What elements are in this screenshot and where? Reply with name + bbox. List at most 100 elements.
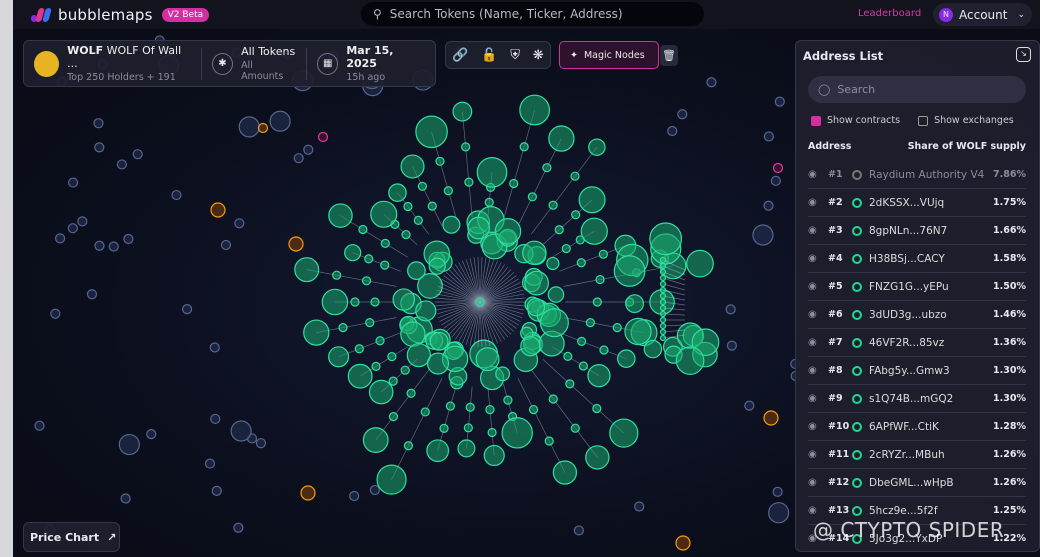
- bubble-node[interactable]: [350, 297, 360, 307]
- bubble-node[interactable]: [592, 403, 602, 414]
- bubble-node[interactable]: [116, 159, 128, 170]
- bubble-node[interactable]: [392, 288, 416, 311]
- bubble-node[interactable]: [613, 255, 646, 287]
- bubble-node[interactable]: [465, 402, 475, 412]
- eye-icon[interactable]: ◉: [808, 449, 828, 460]
- bubble-node[interactable]: [659, 328, 667, 336]
- bubble-node[interactable]: [659, 316, 667, 324]
- trash-icon[interactable]: 🗑: [660, 45, 678, 66]
- bubble-node[interactable]: [400, 154, 425, 179]
- bubble-node[interactable]: [509, 178, 519, 189]
- bubble-node[interactable]: [210, 202, 226, 218]
- bubble-node[interactable]: [317, 131, 329, 143]
- bubble-node[interactable]: [67, 223, 78, 234]
- bubble-node[interactable]: [376, 464, 407, 495]
- bubble-node[interactable]: [570, 423, 580, 433]
- eye-icon[interactable]: ◉: [808, 365, 828, 376]
- bubble-node[interactable]: [725, 304, 736, 315]
- bubble-node[interactable]: [442, 215, 461, 234]
- bubble-node[interactable]: [485, 404, 495, 415]
- bubble-node[interactable]: [609, 418, 639, 448]
- bubble-node[interactable]: [598, 249, 608, 259]
- address-row[interactable]: ◉ #5 FNZG1G...yEPu 1.50%: [808, 273, 1026, 301]
- bubble-node[interactable]: [643, 339, 663, 359]
- bubble-node[interactable]: [293, 153, 304, 164]
- bubble-node[interactable]: [415, 115, 448, 149]
- bubble-node[interactable]: [238, 116, 260, 138]
- bubble-node[interactable]: [354, 344, 364, 354]
- bubble-node[interactable]: [321, 288, 349, 316]
- bubble-node[interactable]: [772, 162, 784, 174]
- bubble-node[interactable]: [77, 216, 88, 227]
- bubble-node[interactable]: [528, 404, 539, 415]
- address-row[interactable]: ◉ #9 s1Q74B...mGQ2 1.30%: [808, 385, 1026, 413]
- eye-icon[interactable]: ◉: [808, 421, 828, 432]
- bubble-node[interactable]: [576, 258, 586, 268]
- bubble-node[interactable]: [358, 224, 368, 235]
- token-search-input[interactable]: ⚲ Search Tokens (Name, Ticker, Address): [361, 2, 704, 26]
- bubble-node[interactable]: [362, 427, 389, 453]
- bubble-node[interactable]: [659, 334, 667, 342]
- bubble-node[interactable]: [524, 270, 549, 296]
- bubble-node[interactable]: [476, 157, 508, 188]
- bubble-node[interactable]: [547, 286, 565, 303]
- bubble-node[interactable]: [484, 197, 494, 207]
- bubble-node[interactable]: [526, 297, 546, 317]
- eye-icon[interactable]: ◉: [808, 253, 828, 264]
- bubble-node[interactable]: [233, 522, 244, 533]
- bubble-node[interactable]: [519, 94, 551, 126]
- bubble-node[interactable]: [370, 200, 398, 228]
- lock-icon[interactable]: 🔓: [481, 48, 497, 63]
- address-row[interactable]: ◉ #6 3dUD3g...ubzo 1.46%: [808, 301, 1026, 329]
- bubble-node[interactable]: [595, 274, 605, 285]
- bubble-node[interactable]: [288, 236, 304, 252]
- bubble-node[interactable]: [625, 294, 645, 314]
- bubble-node[interactable]: [403, 441, 414, 451]
- bubble-node[interactable]: [132, 149, 143, 160]
- eye-icon[interactable]: ◉: [808, 309, 828, 320]
- bubble-node[interactable]: [303, 144, 314, 155]
- bubble-node[interactable]: [415, 300, 437, 322]
- account-button[interactable]: N Account ⌄: [933, 3, 1032, 26]
- bubble-node[interactable]: [463, 423, 473, 433]
- bubble-node[interactable]: [770, 175, 781, 186]
- bubble-node[interactable]: [588, 138, 606, 156]
- bubble-node[interactable]: [255, 438, 267, 449]
- bubble-node[interactable]: [659, 256, 667, 264]
- price-chart-button[interactable]: Price Chart ↗: [23, 522, 120, 552]
- bubble-node[interactable]: [570, 171, 580, 181]
- address-row[interactable]: ◉ #1 Raydium Authority V4 7.86%: [808, 161, 1026, 189]
- bubble-node[interactable]: [303, 319, 330, 346]
- bubble-node[interactable]: [406, 342, 431, 368]
- bubble-node[interactable]: [522, 240, 547, 266]
- bubble-node[interactable]: [667, 125, 678, 137]
- bubble-node[interactable]: [375, 336, 385, 346]
- bubble-node[interactable]: [634, 501, 645, 512]
- bubble-node[interactable]: [439, 423, 449, 434]
- bubble-node[interactable]: [380, 260, 390, 270]
- bubble-node[interactable]: [548, 200, 558, 210]
- bubble-node[interactable]: [675, 535, 691, 551]
- bubble-node[interactable]: [585, 318, 595, 328]
- bubble-node[interactable]: [406, 388, 416, 398]
- bubble-node[interactable]: [573, 525, 584, 536]
- bubble-node[interactable]: [332, 270, 342, 280]
- shield-icon[interactable]: ⛨: [510, 48, 520, 63]
- address-row[interactable]: ◉ #12 DbeGML...wHpB 1.26%: [808, 469, 1026, 497]
- bubble-node[interactable]: [429, 331, 449, 351]
- bubble-node[interactable]: [328, 346, 350, 368]
- eye-icon[interactable]: ◉: [808, 281, 828, 292]
- bubble-node[interactable]: [234, 218, 245, 229]
- bubble-node[interactable]: [146, 429, 157, 440]
- bubble-node[interactable]: [349, 490, 360, 502]
- bubble-node[interactable]: [659, 268, 667, 276]
- bubble-node[interactable]: [365, 318, 375, 328]
- bubble-node[interactable]: [659, 280, 667, 288]
- bubble-node[interactable]: [294, 257, 320, 283]
- bubble-node[interactable]: [420, 407, 430, 417]
- bubble-node[interactable]: [370, 297, 380, 307]
- bubble-node[interactable]: [426, 352, 450, 375]
- bubble-node[interactable]: [763, 200, 774, 211]
- token-selector[interactable]: WOLF WOLF Of Wall ... Top 250 Holders + …: [24, 44, 201, 83]
- address-row[interactable]: ◉ #3 8gpNLn...76N7 1.66%: [808, 217, 1026, 245]
